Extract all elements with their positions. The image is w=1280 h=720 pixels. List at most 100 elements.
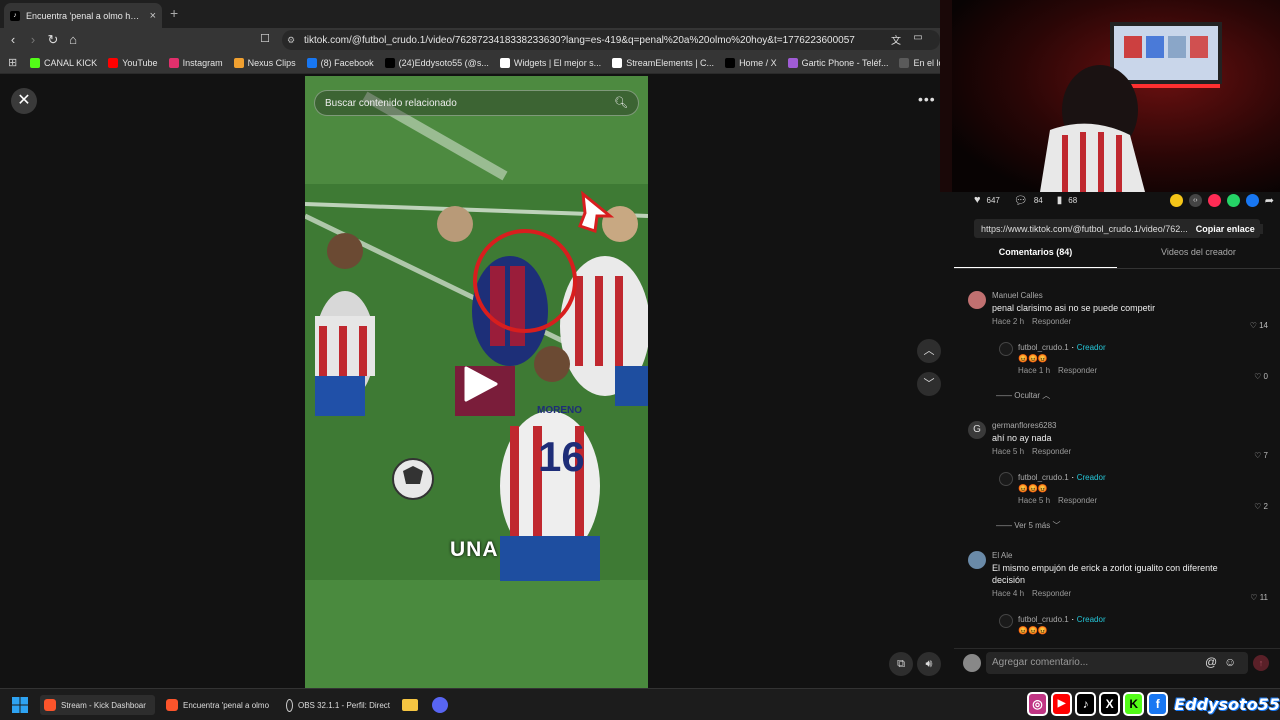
reply-button[interactable]: Responder bbox=[1032, 447, 1071, 456]
comment-time: Hace 4 h bbox=[992, 589, 1025, 598]
search-icon[interactable]: 🔍︎ bbox=[614, 96, 628, 109]
youtube-icon bbox=[108, 57, 119, 68]
avatar[interactable] bbox=[999, 472, 1013, 486]
send-icon[interactable] bbox=[1207, 193, 1221, 207]
bookmark-label: Gartic Phone - Teléf... bbox=[801, 57, 889, 68]
like-icon[interactable]: ♥ bbox=[974, 194, 981, 206]
next-video-icon[interactable]: ﹀ bbox=[917, 372, 941, 396]
forward-icon[interactable]: › bbox=[25, 32, 41, 47]
bookmark-item[interactable]: Home / X bbox=[725, 57, 777, 68]
brave-icon bbox=[44, 699, 56, 711]
hide-replies-button[interactable]: —— Ocultar ︿ bbox=[996, 390, 1050, 401]
reply-username[interactable]: futbol_crudo.1 bbox=[1018, 473, 1069, 482]
post-comment-button[interactable]: ↑ bbox=[1253, 655, 1269, 671]
bookmark-label: En el lobby - Make i... bbox=[913, 57, 940, 68]
bookmark-item[interactable]: YouTube bbox=[108, 57, 158, 68]
bookmark-item[interactable]: Widgets | El mejor s... bbox=[499, 57, 601, 68]
comment-likes[interactable]: ♡ 7 bbox=[1254, 451, 1268, 460]
tab-comments[interactable]: Comentarios (84) bbox=[954, 247, 1117, 268]
taskbar-item[interactable]: OBS 32.1.1 - Perfil: Direct bbox=[282, 695, 394, 715]
avatar[interactable] bbox=[999, 614, 1013, 628]
comment-time: Hace 5 h bbox=[992, 447, 1025, 456]
view-more-replies-button[interactable]: —— Ver 5 más ﹀ bbox=[996, 520, 1060, 531]
bookmark-item[interactable]: (8) Facebook bbox=[306, 57, 374, 68]
user-avatar[interactable] bbox=[963, 654, 981, 672]
browser-tab[interactable]: ♪ Encuentra 'penal a olmo hoy' en × bbox=[4, 3, 162, 28]
comment-like-count: 11 bbox=[1259, 593, 1268, 602]
translate-icon[interactable]: 文 bbox=[888, 32, 904, 47]
reply-likes[interactable]: ♡ 2 bbox=[1254, 502, 1268, 511]
whatsapp-icon[interactable] bbox=[1226, 193, 1240, 207]
volume-icon[interactable]: 🔊︎ bbox=[917, 652, 941, 676]
back-icon[interactable]: ‹ bbox=[5, 32, 21, 47]
new-tab-button[interactable]: + bbox=[170, 5, 178, 21]
file-explorer-icon[interactable] bbox=[402, 695, 418, 715]
comment-icon[interactable]: 💬︎ bbox=[1014, 194, 1028, 207]
copy-link-button[interactable]: Copiar enlace bbox=[1187, 223, 1263, 234]
windows-start-icon[interactable] bbox=[12, 695, 28, 715]
reply-time: Hace 1 h bbox=[1018, 366, 1051, 375]
discord-icon[interactable] bbox=[432, 695, 448, 715]
cast-icon[interactable]: ▭ bbox=[910, 32, 926, 43]
share-link[interactable]: https://www.tiktok.com/@futbol_crudo.1/v… bbox=[981, 224, 1188, 234]
svg-text:16: 16 bbox=[538, 433, 585, 480]
close-icon[interactable]: ✕ bbox=[11, 88, 37, 114]
previous-video-icon[interactable]: ︿ bbox=[917, 339, 941, 363]
avatar[interactable] bbox=[999, 342, 1013, 356]
bookmark-item[interactable]: StreamElements | C... bbox=[612, 57, 714, 68]
reply-likes[interactable]: ♡ 0 bbox=[1254, 372, 1268, 381]
reply-button[interactable]: Responder bbox=[1058, 366, 1097, 375]
more-options-icon[interactable]: ••• bbox=[918, 91, 936, 107]
creator-badge: Creador bbox=[1076, 473, 1106, 482]
bookmark-item[interactable]: Instagram bbox=[168, 57, 223, 68]
comment-username[interactable]: El Ale bbox=[992, 551, 1268, 560]
reload-icon[interactable]: ↻ bbox=[45, 32, 61, 48]
gartic-icon bbox=[787, 57, 798, 68]
bookmark-icon[interactable]: ☐ bbox=[257, 32, 273, 45]
embed-icon[interactable]: ‹› bbox=[1188, 193, 1202, 207]
lobby-icon bbox=[899, 57, 910, 68]
facebook-icon[interactable] bbox=[1245, 193, 1259, 207]
picture-in-picture-icon[interactable]: ⧉ bbox=[889, 652, 913, 676]
coin-icon[interactable] bbox=[1169, 193, 1183, 207]
comment-item: El Ale El mismo empujón de erick a zorlo… bbox=[992, 551, 1268, 602]
comment-likes[interactable]: ♡ 14 bbox=[1250, 321, 1268, 330]
bookmark-item[interactable]: CANAL KICK bbox=[30, 57, 97, 68]
comment-username[interactable]: Manuel Calles bbox=[992, 291, 1268, 300]
tab-creator-videos[interactable]: Videos del creador bbox=[1117, 247, 1280, 268]
url-bar[interactable]: ⚙ tiktok.com/@futbol_crudo.1/video/76287… bbox=[282, 30, 940, 50]
taskbar-item[interactable]: Encuentra 'penal a olmo bbox=[162, 695, 274, 715]
bookmark-item[interactable]: Gartic Phone - Teléf... bbox=[787, 57, 889, 68]
avatar[interactable] bbox=[968, 291, 986, 309]
close-tab-icon[interactable]: × bbox=[150, 10, 156, 22]
taskbar-item[interactable]: Stream - Kick Dashboar bbox=[40, 695, 155, 715]
emoji-icon[interactable]: ☺ bbox=[1224, 655, 1236, 669]
reply-button[interactable]: Responder bbox=[1032, 589, 1071, 598]
bookmark-item[interactable]: Nexus Clips bbox=[233, 57, 296, 68]
tab-title: Encuentra 'penal a olmo hoy' en bbox=[26, 10, 144, 21]
comment-item: Manuel Calles penal clarisimo asi no se … bbox=[992, 291, 1268, 330]
mention-icon[interactable]: @ bbox=[1205, 655, 1217, 669]
reply-button[interactable]: Responder bbox=[1032, 317, 1071, 326]
avatar[interactable] bbox=[968, 551, 986, 569]
browser-tab-strip: ♪ Encuentra 'penal a olmo hoy' en × + bbox=[0, 0, 940, 28]
save-icon[interactable]: ▮ bbox=[1057, 195, 1063, 206]
apps-grid-icon[interactable]: ⊞ bbox=[8, 56, 17, 69]
comment-likes[interactable]: ♡ 11 bbox=[1250, 593, 1268, 602]
reply-username[interactable]: futbol_crudo.1 bbox=[1018, 343, 1069, 352]
share-icon[interactable]: ➦ bbox=[1265, 194, 1274, 207]
bookmark-item[interactable]: En el lobby - Make i... bbox=[899, 57, 940, 68]
bookmarks-bar: ⊞ CANAL KICK YouTube Instagram Nexus Clips (… bbox=[0, 52, 940, 74]
address-toolbar: ‹ › ↻ ⌂ ☐ ⚙ tiktok.com/@futbol_crudo.1/v… bbox=[0, 28, 940, 52]
home-icon[interactable]: ⌂ bbox=[65, 32, 81, 47]
comment-text: penal clarisimo asi no se puede competir bbox=[992, 303, 1156, 313]
site-info-icon[interactable]: ⚙ bbox=[287, 35, 295, 46]
comment-username[interactable]: germanflores6283 bbox=[992, 421, 1268, 430]
comment-count: 84 bbox=[1033, 195, 1043, 205]
avatar[interactable]: G bbox=[968, 421, 986, 439]
play-icon[interactable] bbox=[462, 366, 498, 405]
related-search-input[interactable]: Buscar contenido relacionado 🔍︎ bbox=[314, 90, 639, 116]
bookmark-item[interactable]: (24)Eddysoto55 (@s... bbox=[384, 57, 489, 68]
reply-button[interactable]: Responder bbox=[1058, 496, 1097, 505]
reply-username[interactable]: futbol_crudo.1 bbox=[1018, 615, 1069, 624]
